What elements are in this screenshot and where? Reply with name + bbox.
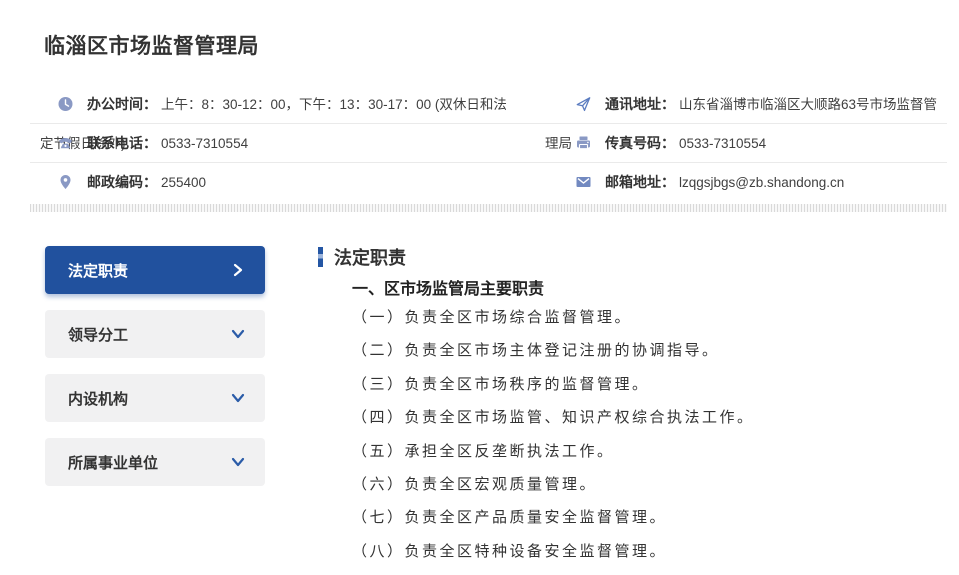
sidebar-item-label: 所属事业单位	[68, 452, 158, 473]
section-heading: 法定职责	[318, 244, 950, 270]
email-address: 邮箱地址： lzqgsjbgs@zb.shandong.cn	[545, 163, 947, 202]
postal-code-label: 邮政编码：	[87, 174, 157, 190]
sidebar-item-internal-organs[interactable]: 内设机构	[45, 374, 265, 422]
page-title: 临淄区市场监督管理局	[44, 30, 259, 60]
duty-list-item: （八）负责全区特种设备安全监督管理。	[352, 535, 755, 568]
contact-info-grid: 办公时间：上午：8：30-12：00，下午：13：30-17：00 (双休日和法…	[30, 85, 947, 202]
sidebar-item-affiliated-units[interactable]: 所属事业单位	[45, 438, 265, 486]
email-address-value: lzqgsjbgs@zb.shandong.cn	[679, 175, 844, 190]
mailing-address-label: 通讯地址：	[605, 96, 675, 112]
office-hours-label: 办公时间：	[87, 96, 157, 112]
chevron-down-icon	[231, 391, 245, 405]
contact-phone-label: 联系电话：	[87, 135, 157, 151]
main-content: 法定职责 一、区市场监管局主要职责 （一）负责全区市场综合监督管理。 （二）负责…	[318, 244, 950, 270]
postal-code-value: 255400	[161, 175, 206, 190]
chevron-down-icon	[231, 455, 245, 469]
fax-number-label: 传真号码：	[605, 135, 675, 151]
contact-phone-value: 0533-7310554	[161, 136, 248, 151]
clock-icon	[57, 96, 74, 112]
location-pin-icon	[57, 174, 74, 190]
fax-icon	[575, 135, 592, 151]
chevron-right-icon	[231, 263, 245, 277]
section-heading-text: 法定职责	[334, 244, 406, 270]
sidebar-item-leadership-division[interactable]: 领导分工	[45, 310, 265, 358]
section-subtitle: 一、区市场监管局主要职责	[352, 275, 544, 299]
info-row: 邮政编码： 255400 邮箱地址： lzqgsjbgs@zb.shandong.c…	[30, 163, 947, 202]
duty-list-item: （四）负责全区市场监管、知识产权综合执法工作。	[352, 401, 755, 434]
phone-icon	[57, 135, 74, 151]
send-icon	[575, 96, 592, 112]
contact-phone: 联系电话： 0533-7310554	[40, 124, 516, 163]
duty-list-item: （三）负责全区市场秩序的监督管理。	[352, 368, 755, 401]
duty-list-item: （五）承担全区反垄断执法工作。	[352, 435, 755, 468]
duty-list-item: （二）负责全区市场主体登记注册的协调指导。	[352, 334, 755, 367]
sidebar-item-label: 法定职责	[68, 260, 128, 281]
sidebar-item-legal-duties[interactable]: 法定职责	[45, 246, 265, 294]
duty-list-item: （七）负责全区产品质量安全监督管理。	[352, 501, 755, 534]
email-icon	[575, 174, 592, 190]
info-row: 办公时间：上午：8：30-12：00，下午：13：30-17：00 (双休日和法…	[30, 85, 947, 124]
email-address-label: 邮箱地址：	[605, 174, 675, 190]
sidebar-nav: 法定职责 领导分工 内设机构 所属事业单位	[45, 246, 265, 502]
hatched-divider	[30, 204, 947, 212]
sidebar-item-label: 领导分工	[68, 324, 128, 345]
duty-list-item: （六）负责全区宏观质量管理。	[352, 468, 755, 501]
fax-number-value: 0533-7310554	[679, 136, 766, 151]
info-row: 联系电话： 0533-7310554 传真号码： 0533-7310554	[30, 124, 947, 163]
postal-code: 邮政编码： 255400	[40, 163, 516, 202]
fax-number: 传真号码： 0533-7310554	[545, 124, 947, 163]
duty-list-item: （一）负责全区市场综合监督管理。	[352, 301, 755, 334]
sidebar-item-label: 内设机构	[68, 388, 128, 409]
heading-accent-bar-icon	[318, 247, 323, 267]
chevron-down-icon	[231, 327, 245, 341]
duty-list: （一）负责全区市场综合监督管理。 （二）负责全区市场主体登记注册的协调指导。 （…	[352, 301, 755, 568]
